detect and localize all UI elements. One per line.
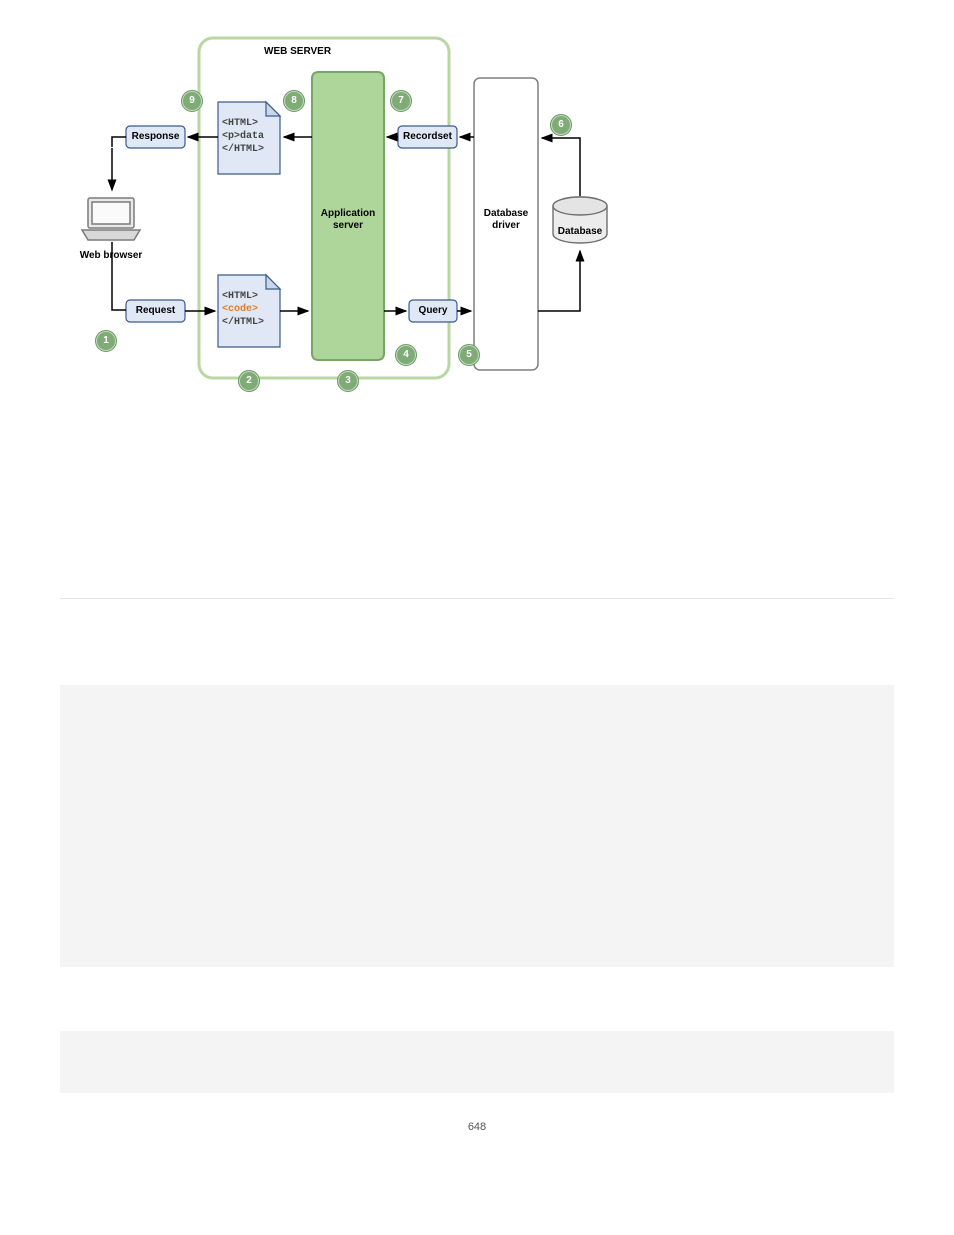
badge-3: 3 [337, 370, 359, 392]
badge-2: 2 [238, 370, 260, 392]
code-block-small [60, 1031, 894, 1093]
response-box-label: Response [129, 131, 182, 143]
diagram-title: WEB SERVER [264, 46, 331, 58]
architecture-diagram: WEB SERVER Response Request Recordset Qu… [66, 18, 626, 388]
doc2-line3: </HTML> [222, 317, 264, 329]
doc2-line2: <code> [222, 304, 258, 316]
doc1-line2: <p>data [222, 131, 264, 143]
recordset-box-label: Recordset [401, 131, 454, 143]
page-number: 648 [60, 1121, 894, 1133]
badge-5: 5 [458, 344, 480, 366]
code-block-large [60, 685, 894, 967]
badge-7: 7 [390, 90, 412, 112]
badge-1: 1 [95, 330, 117, 352]
document-page: WEB SERVER Response Request Recordset Qu… [0, 0, 954, 1173]
doc2-line1: <HTML> [222, 291, 258, 303]
database-label: Database [557, 226, 603, 238]
request-box-label: Request [129, 305, 182, 317]
section-divider [60, 598, 894, 599]
badge-4: 4 [395, 344, 417, 366]
web-browser-label: Web browser [74, 250, 148, 262]
doc1-line3: </HTML> [222, 144, 264, 156]
badge-9: 9 [181, 90, 203, 112]
app-server-label: Application server [315, 208, 381, 232]
badge-8: 8 [283, 90, 305, 112]
badge-6: 6 [550, 114, 572, 136]
db-driver-label: Database driver [479, 208, 533, 232]
query-box-label: Query [412, 305, 454, 317]
doc1-line1: <HTML> [222, 118, 258, 130]
